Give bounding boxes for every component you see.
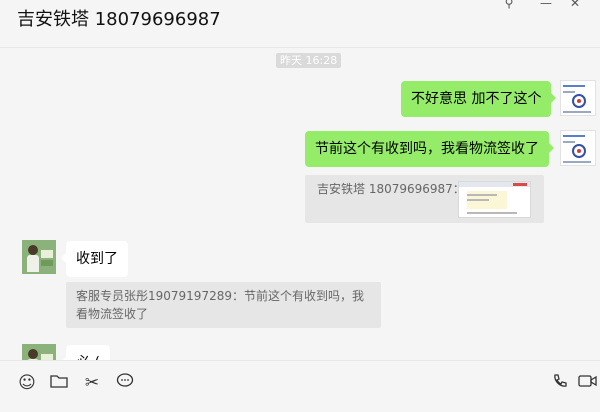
avatar-self[interactable] <box>560 80 596 116</box>
quoted-message[interactable]: 客服专员张彤19079197289：节前这个有收到吗，我看物流签收了 <box>66 282 381 328</box>
quoted-image-thumbnail[interactable] <box>458 181 531 218</box>
video-call-icon[interactable] <box>578 373 598 393</box>
avatar-contact[interactable] <box>22 240 56 274</box>
message-area[interactable]: 昨天 16:28 不好意思 加不了这个 节前这个有收到吗，我看物流签收了 吉安铁… <box>0 48 600 360</box>
phone-icon[interactable] <box>550 373 570 393</box>
chat-header: 吉安铁塔 18079696987 ⚲ — ✕ <box>0 0 600 48</box>
message-bubble-contact[interactable]: 收到了 <box>61 241 128 277</box>
emoji-icon[interactable]: ☺ <box>17 373 37 393</box>
time-stamp: 昨天 16:28 <box>276 53 342 68</box>
input-toolbar: ☺ ✂ <box>0 360 600 412</box>
message-bubble-self[interactable]: 不好意思 加不了这个 <box>401 81 557 117</box>
folder-icon[interactable] <box>49 373 69 393</box>
message-bubble-contact[interactable]: 必 ( <box>61 345 110 360</box>
close-icon[interactable]: ✕ <box>566 0 584 10</box>
screenshot-icon[interactable]: ✂ <box>82 373 102 393</box>
avatar-self[interactable] <box>560 130 596 166</box>
chat-title: 吉安铁塔 18079696987 <box>17 9 221 30</box>
message-bubble-self[interactable]: 节前这个有收到吗，我看物流签收了 <box>305 131 554 167</box>
chat-history-icon[interactable] <box>115 373 135 393</box>
pin-icon[interactable]: ⚲ <box>500 0 518 10</box>
quoted-sender: 吉安铁塔 18079696987： <box>317 182 465 196</box>
avatar-contact[interactable] <box>22 344 56 360</box>
quoted-message[interactable]: 吉安铁塔 18079696987： <box>305 175 544 223</box>
minimize-icon[interactable]: — <box>537 0 555 10</box>
